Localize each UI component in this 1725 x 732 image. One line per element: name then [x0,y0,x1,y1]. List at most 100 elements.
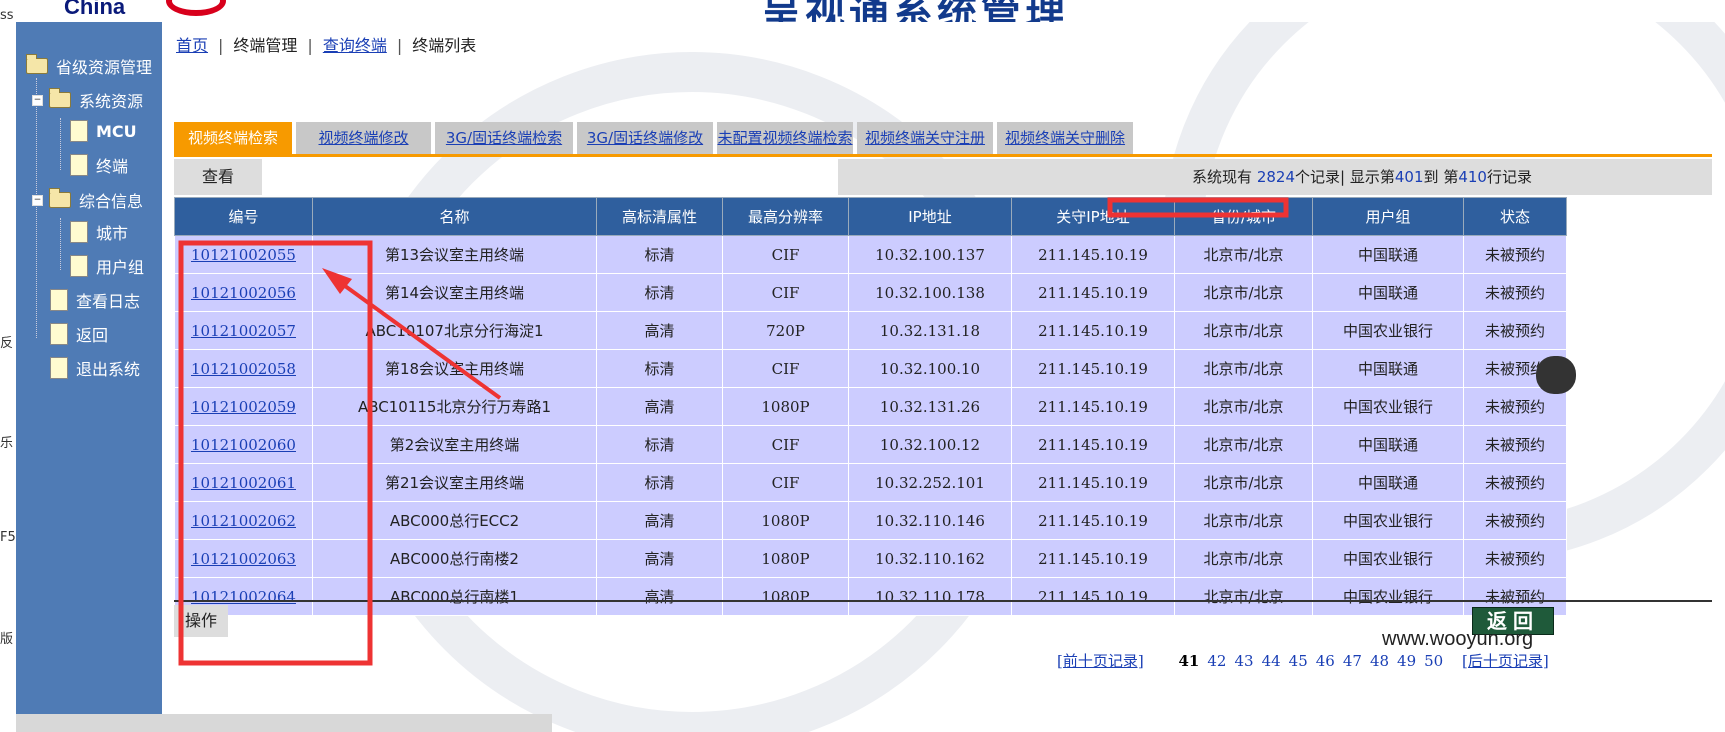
table-cell: 标清 [596,425,723,464]
terminal-id-link[interactable]: 10121002059 [191,398,296,416]
table-cell: ABC10115北京分行万寿路1 [312,387,597,426]
horizontal-scrollbar[interactable] [16,714,552,732]
next-ten-pages-link[interactable]: [后十页记录] [1462,652,1549,670]
page-link[interactable]: 50 [1424,652,1443,670]
sidebar-item-view-log[interactable]: 查看日志 [50,288,140,312]
column-header: 编号 [174,197,313,236]
table-cell: CIF [722,349,849,388]
floating-network-widget[interactable] [1536,356,1576,394]
column-header: 最高分辨率 [722,197,849,236]
table-bottom-rule [174,600,1712,602]
column-header: 名称 [312,197,597,236]
tab-unconfigured-terminal-search[interactable]: 未配置视频终端检索 [717,122,854,154]
table-cell: 中国联通 [1312,273,1464,312]
tab-video-terminal-search[interactable]: 视频终端检索 [174,122,293,154]
table-row: 10121002060 第2会议室主用终端 标清 CIF 10.32.100.12 211… [174,425,1567,464]
table-cell: 10121002058 [174,349,313,388]
sidebar-item-label: 返回 [76,326,109,345]
table-cell: 211.145.10.19 [1011,311,1175,350]
summary-text: 显示第 [1349,168,1395,186]
table-cell: 中国农业银行 [1312,577,1464,616]
terminal-id-link[interactable]: 10121002062 [191,512,296,530]
terminal-id-link[interactable]: 10121002063 [191,550,296,568]
collapse-icon[interactable]: − [32,194,43,206]
breadcrumb-query-link[interactable]: 查询终端 [323,36,387,55]
main-content: 首页 | 终端管理 | 查询终端 | 终端列表 视频终端检索 视频终端修改 3G/固话终端检… [162,22,1725,732]
tab-video-terminal-edit[interactable]: 视频终端修改 [296,122,432,154]
table-cell: 211.145.10.19 [1011,273,1175,312]
view-button[interactable]: 查看 [174,159,262,195]
page-link[interactable]: 47 [1343,652,1362,670]
table-cell: 未被预约 [1463,539,1567,578]
document-icon [70,221,88,243]
table-cell: 211.145.10.19 [1011,501,1175,540]
page-link[interactable]: 45 [1289,652,1308,670]
document-icon [50,357,68,379]
table-cell: 未被预约 [1463,311,1567,350]
page-link[interactable]: 42 [1207,652,1226,670]
terminal-id-link[interactable]: 10121002064 [191,588,296,606]
operate-button[interactable]: 操作 [174,605,228,637]
table-cell: 10121002056 [174,273,313,312]
sidebar-item-label: 城市 [96,224,129,243]
table-cell: 未被预约 [1463,425,1567,464]
page-link[interactable]: 48 [1370,652,1389,670]
table-cell: 中国农业银行 [1312,501,1464,540]
terminal-id-link[interactable]: 10121002058 [191,360,296,378]
table-cell: ABC10107北京分行海淀1 [312,311,597,350]
sidebar: 省级资源管理 − 系统资源 MCU 终端 − 综合信息 城市 用户组 查看日志 … [16,22,162,732]
table-cell: 中国联通 [1312,235,1464,274]
sidebar-group-system-resources[interactable]: − 系统资源 [32,88,143,112]
table-cell: 高清 [596,501,723,540]
table-cell: 北京市/北京 [1174,235,1313,274]
sidebar-item-mcu[interactable]: MCU [70,120,137,142]
range-from: 401 [1394,168,1424,186]
sidebar-item-city[interactable]: 城市 [70,220,128,244]
table-cell: 10121002055 [174,235,313,274]
page-link[interactable]: 46 [1316,652,1335,670]
column-header: 省份/城市 [1174,197,1313,236]
terminal-id-link[interactable]: 10121002061 [191,474,296,492]
sidebar-item-return[interactable]: 返回 [50,322,108,346]
column-header: IP地址 [848,197,1012,236]
table-row: 10121002063 ABC000总行南楼2 高清 1080P 10.32.110.1… [174,539,1567,578]
terminal-id-link[interactable]: 10121002057 [191,322,296,340]
tab-3g-terminal-search[interactable]: 3G/固话终端检索 [435,122,574,154]
table-cell: 10121002062 [174,501,313,540]
page-link[interactable]: 43 [1234,652,1253,670]
sidebar-group-general-info[interactable]: − 综合信息 [32,188,143,212]
terminal-id-link[interactable]: 10121002055 [191,246,296,264]
document-icon [70,120,88,142]
sidebar-item-logout[interactable]: 退出系统 [50,356,140,380]
page-link[interactable]: 44 [1262,652,1281,670]
table-cell: 10.32.110.146 [848,501,1012,540]
tab-gatekeeper-register[interactable]: 视频终端关守注册 [857,122,994,154]
terminal-id-link[interactable]: 10121002056 [191,284,296,302]
table-cell: 中国农业银行 [1312,539,1464,578]
prev-ten-pages-link[interactable]: [前十页记录] [1057,652,1144,670]
table-cell: 211.145.10.19 [1011,349,1175,388]
tab-3g-terminal-edit[interactable]: 3G/固话终端修改 [577,122,714,154]
current-page: 41 [1178,652,1200,670]
terminal-id-link[interactable]: 10121002060 [191,436,296,454]
table-cell: 未被预约 [1463,235,1567,274]
collapse-icon[interactable]: − [32,94,43,106]
table-cell: 720P [722,311,849,350]
tab-gatekeeper-delete[interactable]: 视频终端关守删除 [997,122,1134,154]
table-cell: ABC000总行南楼1 [312,577,597,616]
breadcrumb: 首页 | 终端管理 | 查询终端 | 终端列表 [176,36,477,55]
table-cell: 北京市/北京 [1174,577,1313,616]
table-row: 10121002056 第14会议室主用终端 标清 CIF 10.32.100.138 2… [174,273,1567,312]
sidebar-item-terminal[interactable]: 终端 [70,153,128,177]
sidebar-root[interactable]: 省级资源管理 [26,54,152,78]
table-row: 10121002061 第21会议室主用终端 标清 CIF 10.32.252.101 2… [174,463,1567,502]
sidebar-item-user-group[interactable]: 用户组 [70,254,144,278]
breadcrumb-home-link[interactable]: 首页 [176,36,208,55]
sidebar-item-label: 查看日志 [76,292,141,311]
page-link[interactable]: 49 [1397,652,1416,670]
strip-text: ss [0,8,14,23]
table-cell: 第18会议室主用终端 [312,349,597,388]
table-cell: 未被预约 [1463,463,1567,502]
table-cell: 10121002060 [174,425,313,464]
sidebar-item-label: 终端 [96,157,129,176]
